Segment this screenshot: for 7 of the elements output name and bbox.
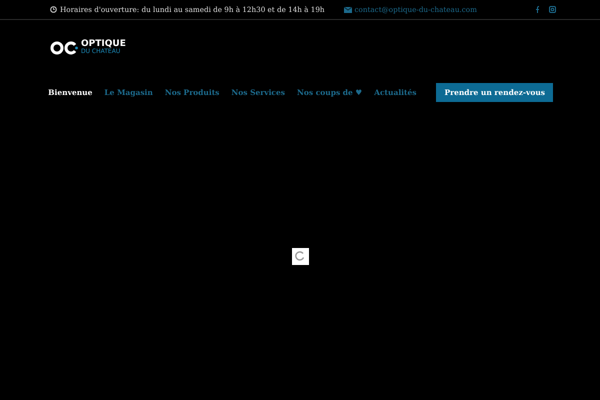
spinner-icon: [295, 251, 305, 261]
logo-mark-icon: [50, 40, 78, 54]
instagram-icon[interactable]: [549, 6, 556, 13]
logo-name: OPTIQUE: [81, 40, 126, 49]
facebook-icon[interactable]: [535, 6, 539, 13]
envelope-icon: [344, 6, 352, 12]
clock-icon: [50, 6, 57, 13]
